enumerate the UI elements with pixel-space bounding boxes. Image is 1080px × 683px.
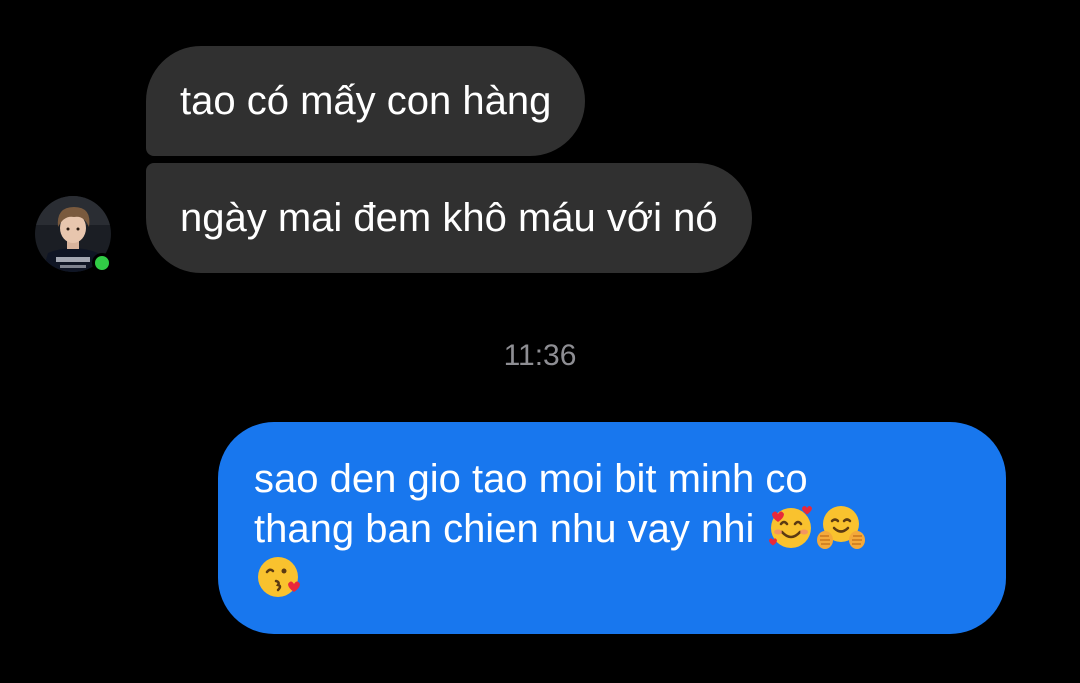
message-text-line: sao den gio tao moi bit minh co (254, 457, 808, 501)
outgoing-message-bubble[interactable]: sao den gio tao moi bit minh co thang ba… (218, 422, 1006, 634)
message-text-line-with-emoji: thang ban chien nhu vay nhi (254, 504, 966, 554)
contact-avatar[interactable] (34, 195, 112, 273)
face-blowing-a-kiss-icon (254, 552, 304, 602)
hugging-face-icon (816, 502, 866, 552)
message-text-line: thang ban chien nhu vay nhi (254, 507, 755, 551)
incoming-message-bubble[interactable]: tao có mấy con hàng (146, 46, 586, 156)
incoming-message-bubble[interactable]: ngày mai đem khô máu với nó (146, 163, 752, 273)
emoji-line (254, 554, 966, 604)
message-timestamp: 11:36 (503, 339, 577, 372)
smiling-face-with-hearts-icon (766, 502, 816, 552)
message-text: tao có mấy con hàng (180, 79, 552, 123)
online-status-dot (92, 253, 112, 273)
message-text: ngày mai đem khô máu với nó (180, 196, 718, 240)
